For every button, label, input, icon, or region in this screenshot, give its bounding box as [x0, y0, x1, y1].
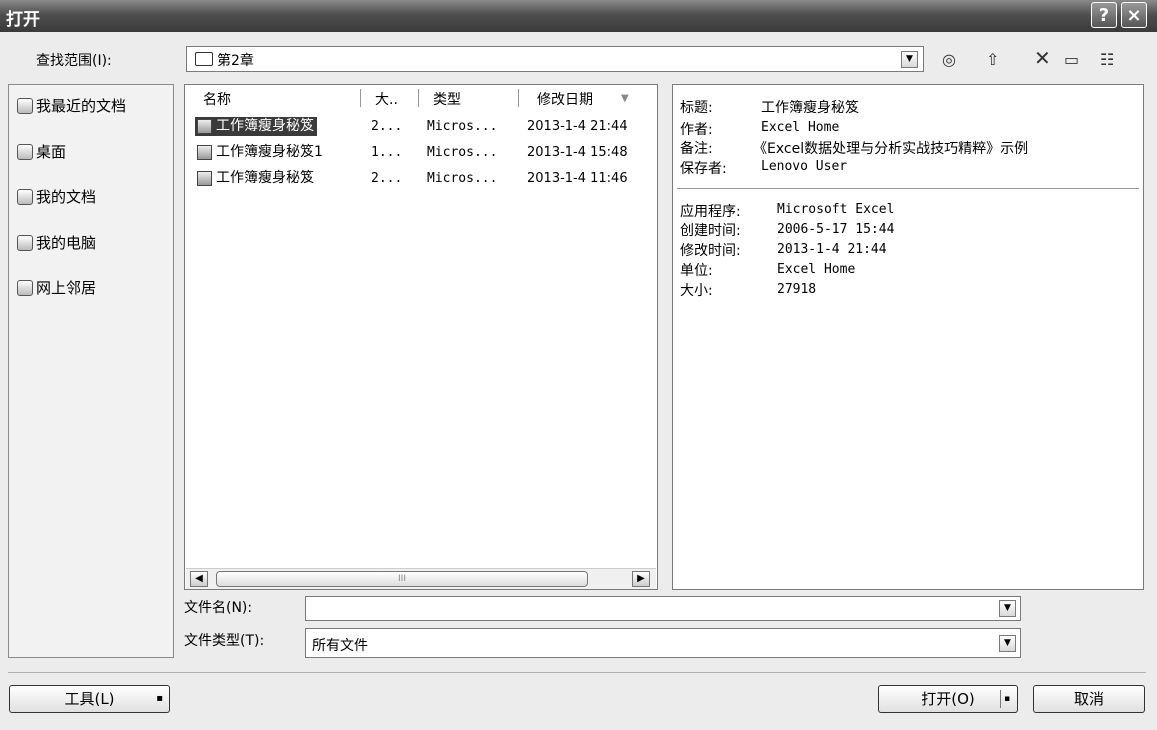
file-type: Micros...	[427, 119, 498, 134]
prop-created-value: 2006-5-17 15:44	[777, 222, 895, 237]
help-button[interactable]: ?	[1091, 2, 1117, 28]
delete-icon[interactable]: ✕	[1034, 46, 1051, 70]
file-row[interactable]: 工作簿瘦身秘笈 2... Micros... 2013-1-4 11:46	[195, 169, 655, 189]
my-documents-icon	[17, 189, 33, 205]
sort-desc-icon: ▼	[621, 93, 629, 104]
filetype-label: 文件类型(T):	[184, 633, 265, 649]
place-desktop[interactable]: 桌面	[17, 141, 66, 162]
file-size: 2...	[371, 119, 403, 134]
network-icon	[17, 280, 33, 296]
file-modified: 2013-1-4 15:48	[527, 145, 628, 160]
file-size: 2...	[371, 171, 403, 186]
file-list[interactable]: 名称 大.. 类型 修改日期 ▼ 工作簿瘦身秘笈 2... Micros... …	[184, 84, 658, 590]
column-size[interactable]: 大..	[375, 89, 398, 109]
prop-author-key: 作者:	[680, 122, 713, 138]
chevron-down-icon[interactable]: ▼	[999, 635, 1016, 652]
lookin-combo[interactable]: 第2章 ▼	[186, 46, 924, 72]
filetype-select[interactable]: 所有文件 ▼	[305, 628, 1021, 658]
column-type[interactable]: 类型	[433, 89, 461, 109]
prop-saved-by-key: 保存者:	[680, 161, 727, 177]
filetype-value: 所有文件	[312, 638, 368, 654]
file-row[interactable]: 工作簿瘦身秘笈 2... Micros... 2013-1-4 21:44	[195, 117, 655, 137]
close-button[interactable]: ×	[1121, 2, 1147, 28]
up-folder-icon[interactable]: ⇧	[986, 50, 999, 69]
scroll-left-icon[interactable]: ◀	[190, 571, 208, 587]
prop-saved-by-value: Lenovo User	[761, 159, 848, 174]
prop-modified-key: 修改时间:	[680, 243, 741, 259]
chevron-down-icon[interactable]: ▼	[901, 51, 918, 68]
folder-icon	[195, 52, 213, 66]
column-divider[interactable]	[418, 89, 419, 107]
new-folder-icon[interactable]: ▭	[1064, 50, 1079, 69]
prop-comments-key: 备注:	[680, 141, 713, 157]
prop-author-value: Excel Home	[761, 120, 840, 135]
prop-size-key: 大小:	[680, 283, 713, 299]
column-divider[interactable]	[360, 89, 361, 107]
filename-label: 文件名(N):	[184, 600, 253, 616]
prop-title-value: 工作簿瘦身秘笈	[761, 100, 859, 116]
file-name: 工作簿瘦身秘笈1	[195, 143, 323, 162]
prop-company-value: Excel Home	[777, 262, 856, 277]
prop-company-key: 单位:	[680, 263, 713, 279]
file-modified: 2013-1-4 21:44	[527, 119, 628, 134]
excel-file-icon	[197, 119, 212, 134]
prop-title-key: 标题:	[680, 100, 713, 116]
lookin-value: 第2章	[217, 53, 254, 69]
place-network[interactable]: 网上邻居	[17, 277, 96, 298]
scroll-thumb[interactable]: III	[216, 571, 588, 587]
properties-pane: 标题: 工作簿瘦身秘笈 作者: Excel Home 备注: 《Excel数据处…	[672, 84, 1144, 590]
desktop-icon	[17, 144, 33, 160]
cancel-button[interactable]: 取消	[1033, 685, 1145, 713]
file-name: 工作簿瘦身秘笈	[195, 169, 314, 188]
scroll-right-icon[interactable]: ▶	[632, 571, 650, 587]
excel-file-icon	[197, 171, 212, 186]
places-bar: 我最近的文档 桌面 我的文档 我的电脑 网上邻居	[8, 84, 174, 658]
prop-comments-value: 《Excel数据处理与分析实战技巧精粹》示例	[753, 141, 1029, 157]
divider	[8, 672, 1146, 673]
prop-modified-value: 2013-1-4 21:44	[777, 242, 887, 257]
horizontal-scrollbar[interactable]: ◀ III ▶	[186, 568, 656, 589]
window-title: 打开	[6, 10, 40, 30]
open-button[interactable]: 打开(O) ▪	[878, 685, 1018, 713]
excel-file-icon	[197, 145, 212, 160]
file-size: 1...	[371, 145, 403, 160]
my-computer-icon	[17, 235, 33, 251]
prop-created-key: 创建时间:	[680, 223, 741, 239]
open-split-arrow-icon[interactable]: ▪	[1000, 690, 1013, 708]
column-name[interactable]: 名称	[203, 89, 231, 109]
prop-application-key: 应用程序:	[680, 204, 741, 220]
chevron-down-icon[interactable]: ▼	[999, 600, 1016, 617]
file-type: Micros...	[427, 145, 498, 160]
column-modified[interactable]: 修改日期	[537, 89, 593, 109]
file-type: Micros...	[427, 171, 498, 186]
column-divider[interactable]	[518, 89, 519, 107]
back-icon[interactable]: ◎	[942, 50, 956, 69]
place-my-documents[interactable]: 我的文档	[17, 186, 96, 207]
recent-docs-icon	[17, 98, 33, 114]
prop-size-value: 27918	[777, 282, 817, 297]
filename-input[interactable]: ▼	[305, 596, 1021, 621]
views-icon[interactable]: ☷	[1100, 50, 1114, 69]
title-bar: 打开 ? ×	[0, 0, 1157, 32]
file-modified: 2013-1-4 11:46	[527, 171, 628, 186]
file-name: 工作簿瘦身秘笈	[195, 117, 317, 136]
prop-application-value: Microsoft Excel	[777, 202, 895, 217]
lookin-label: 查找范围(I):	[36, 53, 112, 69]
dropdown-arrow-icon: ▪	[156, 693, 163, 704]
divider	[677, 188, 1139, 189]
file-row[interactable]: 工作簿瘦身秘笈1 1... Micros... 2013-1-4 15:48	[195, 143, 655, 163]
tools-button[interactable]: 工具(L) ▪	[9, 685, 170, 713]
place-my-computer[interactable]: 我的电脑	[17, 232, 96, 253]
place-recent[interactable]: 我最近的文档	[17, 95, 126, 116]
